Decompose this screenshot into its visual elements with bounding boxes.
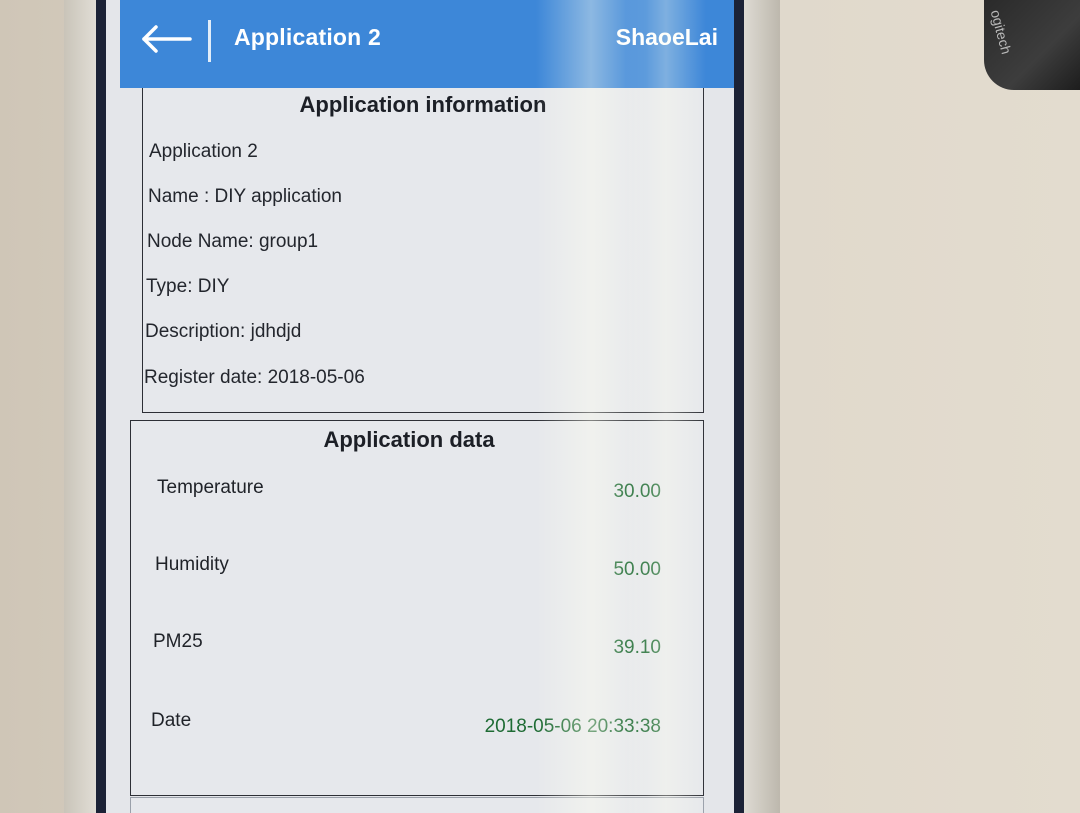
next-card	[130, 797, 704, 813]
application-information-card: Application information Application 2 Na…	[142, 88, 704, 413]
temperature-label: Temperature	[157, 477, 264, 498]
logitech-device: ogitech	[984, 0, 1080, 90]
page-title: Application 2	[234, 24, 382, 50]
phone-screen: Application 2 ShaoeLai Application infor…	[106, 0, 734, 813]
application-data-card: Application data Temperature 30.00 Humid…	[130, 420, 704, 796]
application-information-heading: Application information	[299, 92, 547, 117]
humidity-value: 50.00	[613, 559, 661, 580]
info-node-name: Node Name: group1	[147, 231, 319, 252]
user-name: ShaoeLai	[615, 24, 718, 50]
arrow-left-icon[interactable]	[140, 22, 192, 56]
device-brand-text: ogitech	[987, 8, 1015, 56]
info-name: Name : DIY application	[148, 186, 342, 207]
app-bar-divider	[208, 20, 211, 62]
application-data-heading: Application data	[323, 427, 495, 452]
date-label: Date	[151, 710, 192, 731]
app-bar: Application 2 ShaoeLai	[120, 0, 734, 88]
temperature-value: 30.00	[613, 481, 661, 502]
pm25-value: 39.10	[613, 637, 661, 658]
info-type: Type: DIY	[146, 276, 230, 297]
info-application-id: Application 2	[149, 141, 258, 162]
info-description: Description: jdhdjd	[145, 321, 302, 342]
humidity-label: Humidity	[155, 554, 229, 575]
pm25-label: PM25	[153, 631, 203, 652]
info-register-date: Register date: 2018-05-06	[144, 367, 365, 388]
date-value: 2018-05-06 20:33:38	[484, 716, 661, 737]
